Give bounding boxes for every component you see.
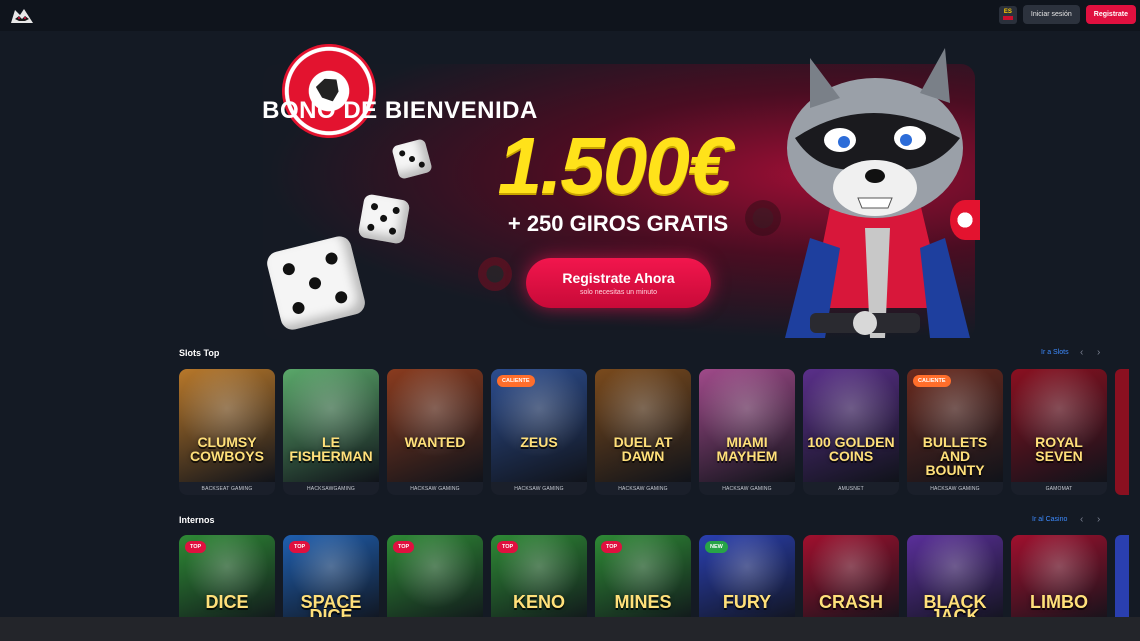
game-card[interactable]: TOP DICE [179,535,275,625]
game-card[interactable]: ROYAL SEVEN GAMOMAT [1011,369,1107,495]
game-card[interactable]: TOP MINES [595,535,691,625]
game-card[interactable]: BLACK JACK [907,535,1003,625]
game-artwork [595,369,691,482]
bottom-bar [0,617,1140,641]
game-card[interactable]: LE FISHERMAN HACKSAWGAMING [283,369,379,495]
language-flag-icon[interactable]: ES [998,5,1017,24]
game-badge: TOP [185,541,207,553]
game-card-partial[interactable] [1115,535,1129,625]
game-title: 100 GOLDEN COINS [807,434,895,464]
game-artwork [1011,369,1107,482]
game-title: CLUMSY COWBOYS [190,434,264,464]
game-card[interactable]: CALIENTE ZEUS HACKSAW GAMING [491,369,587,495]
raccoon-logo[interactable] [10,7,34,25]
game-artwork [803,369,899,482]
game-card-partial[interactable] [1115,369,1129,495]
game-title: LIMBO [1030,592,1088,612]
game-title: BULLETS AND BOUNTY [922,434,988,478]
login-button[interactable]: Iniciar sesión [1022,5,1080,24]
game-artwork [179,369,275,482]
game-badge: CALIENTE [913,375,951,387]
game-card[interactable]: DUEL AT DAWN HACKSAW GAMING [595,369,691,495]
game-title: FURY [722,592,772,612]
game-card[interactable]: NEW FURY [699,535,795,625]
top-navigation-bar: ES Iniciar sesión Registrate [0,0,1140,31]
game-provider: HACKSAW GAMING [387,482,483,495]
game-provider: AMUSNET [803,482,899,495]
game-title: ROYAL SEVEN [1035,434,1083,464]
game-title: MIAMI MAYHEM [716,434,778,464]
language-code: ES [1003,9,1012,15]
game-provider: HACKSAW GAMING [595,482,691,495]
slots-top-carousel: CLUMSY COWBOYS BACKSEAT GAMING LE FISHERMA… [179,369,1107,495]
game-title: DICE [205,592,249,612]
free-spins-text: + 250 GIROS GRATIS [507,211,729,236]
game-title: CRASH [818,592,883,612]
bonus-amount: 1.500€ [497,121,733,210]
cta-subtext: solo necesitas un minuto [579,289,658,296]
game-title: WANTED [404,434,466,450]
game-provider: HACKSAWGAMING [283,482,379,495]
chevron-left-icon[interactable]: ‹ [1080,514,1083,525]
go-to-slots-link[interactable]: Ir a Slots [1041,349,1069,356]
game-card[interactable]: TOP SPACE DICE [283,535,379,625]
game-provider: GAMOMAT [1011,482,1107,495]
game-badge: TOP [393,541,415,553]
game-card[interactable]: TOP KENO [491,535,587,625]
game-title: DUEL AT DAWN [613,434,673,464]
game-title: KENO [512,592,565,612]
register-button[interactable]: Registrate [1085,5,1136,24]
game-title: LE FISHERMAN [289,434,373,464]
game-artwork [283,369,379,482]
game-card[interactable]: TOP [387,535,483,625]
game-provider: HACKSAW GAMING [907,482,1003,495]
game-provider: HACKSAW GAMING [699,482,795,495]
game-card[interactable]: MIAMI MAYHEM HACKSAW GAMING [699,369,795,495]
game-badge: NEW [705,541,728,553]
chevron-right-icon[interactable]: › [1097,514,1100,525]
game-title: ZEUS [520,434,558,450]
internal-games-title: Internos [179,515,215,525]
game-card[interactable]: LIMBO [1011,535,1107,625]
game-card[interactable]: WANTED HACKSAW GAMING [387,369,483,495]
game-badge: TOP [601,541,623,553]
game-artwork [699,369,795,482]
dice-icon [357,193,411,245]
cta-label: Registrate Ahora [562,270,675,286]
game-card[interactable]: CRASH [803,535,899,625]
chevron-left-icon[interactable]: ‹ [1080,347,1083,358]
bonus-title: BONO DE BIENVENIDA [262,97,538,124]
go-to-casino-link[interactable]: Ir al Casino [1032,516,1067,523]
game-card[interactable]: CLUMSY COWBOYS BACKSEAT GAMING [179,369,275,495]
game-provider: HACKSAW GAMING [491,482,587,495]
game-artwork [387,369,483,482]
raccoon-mascot-icon [785,48,970,338]
internal-games-carousel: TOP DICE TOP SPACE DICE TOP TOP KENO TOP MINES NE… [179,535,1107,625]
slots-top-title: Slots Top [179,348,220,358]
game-card[interactable]: CALIENTE BULLETS AND BOUNTY HACKSAW GAMING [907,369,1003,495]
register-now-button[interactable]: Registrate Ahora solo necesitas un minut… [526,258,711,308]
game-badge: CALIENTE [497,375,535,387]
chevron-right-icon[interactable]: › [1097,347,1100,358]
game-provider: BACKSEAT GAMING [179,482,275,495]
game-card[interactable]: 100 GOLDEN COINS AMUSNET [803,369,899,495]
game-badge: TOP [497,541,519,553]
game-badge: TOP [289,541,311,553]
game-title: MINES [614,592,672,612]
casino-chip-icon [478,257,512,291]
